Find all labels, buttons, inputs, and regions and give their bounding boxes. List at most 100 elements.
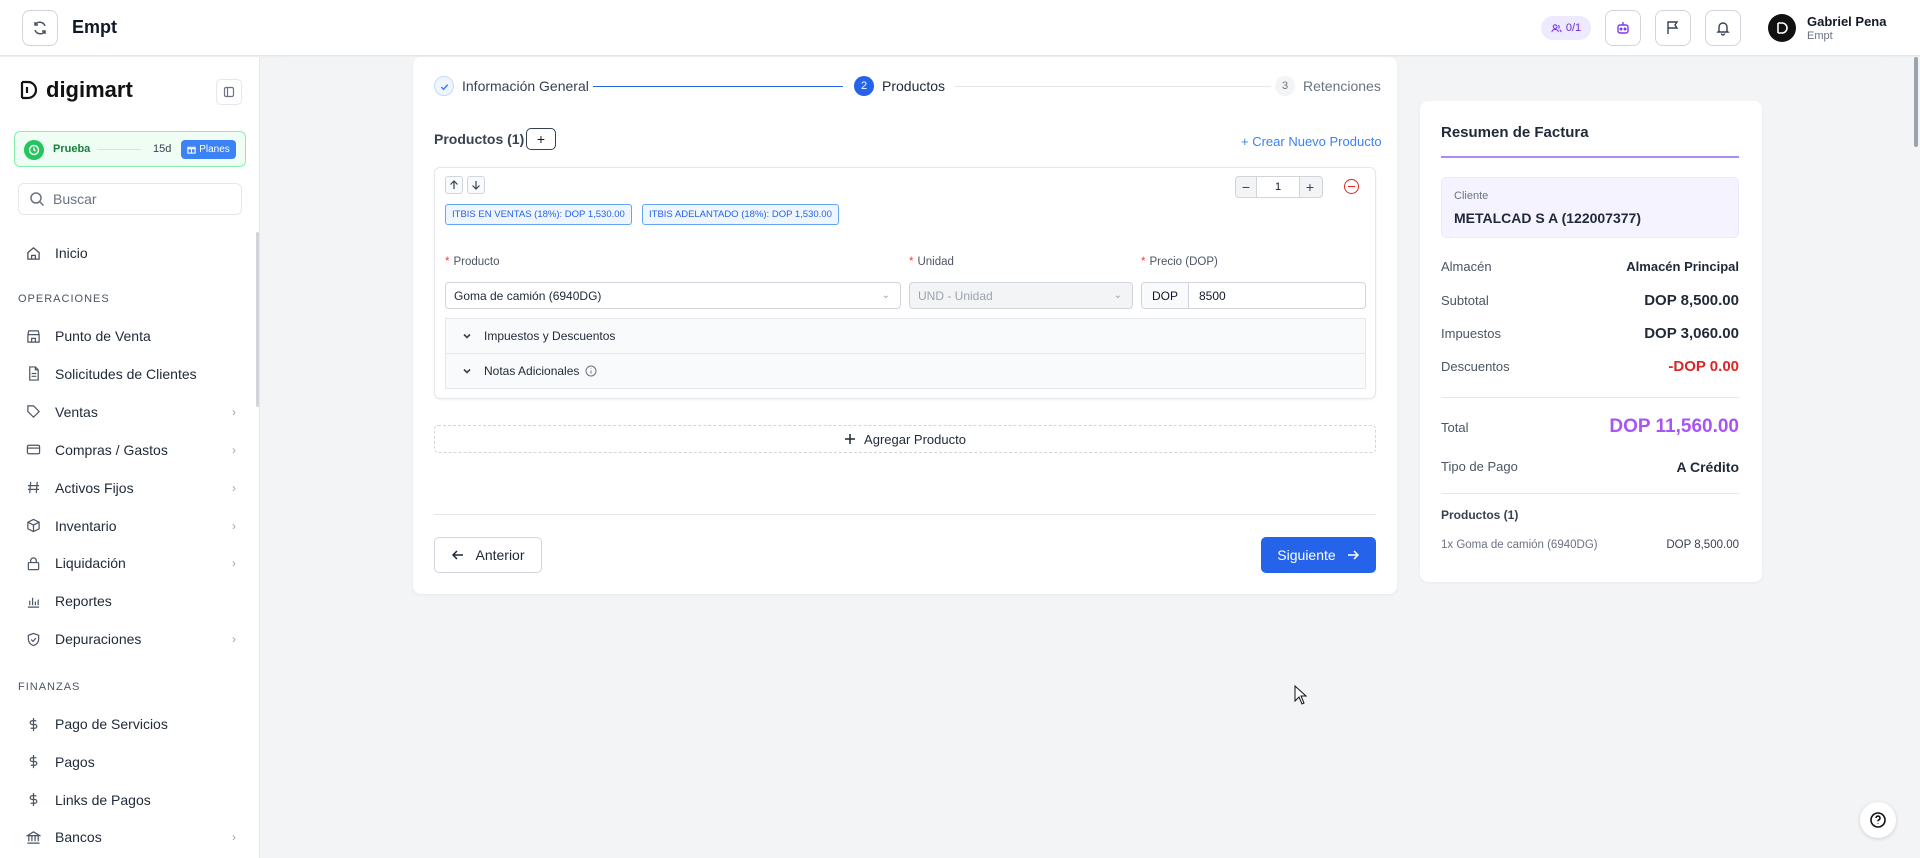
add-product-button[interactable]: Agregar Producto — [434, 425, 1376, 453]
move-down-button[interactable] — [467, 176, 485, 194]
users-count-badge[interactable]: 0/1 — [1541, 16, 1591, 40]
chevron-right-icon: › — [232, 556, 236, 571]
mouse-cursor-icon — [1294, 685, 1308, 705]
chart-icon — [27, 597, 40, 608]
sidebar-item-label: Liquidación — [55, 555, 126, 572]
sidebar-item-pagos[interactable]: Pagos — [26, 750, 236, 774]
chevron-down-icon: ⌄ — [881, 290, 890, 301]
bot-button[interactable] — [1605, 10, 1641, 46]
accordion-label: Notas Adicionales — [484, 364, 580, 378]
product-select[interactable]: Goma de camión (6940DG) ⌄ — [445, 282, 901, 309]
step-general-info[interactable]: Información General — [434, 76, 589, 96]
sidebar-item-ventas[interactable]: Ventas › — [26, 400, 236, 424]
flag-button[interactable] — [1655, 10, 1691, 46]
avatar[interactable] — [1768, 14, 1796, 42]
sidebar: digimart Prueba 15d Planes Buscar Inicio… — [0, 57, 260, 858]
sidebar-item-label: Activos Fijos — [55, 479, 134, 496]
tax-tag-advance: ITBIS ADELANTADO (18%): DOP 1,530.00 — [642, 204, 839, 225]
discounts-value: -DOP 0.00 — [1668, 358, 1739, 375]
step-connector — [593, 86, 843, 87]
taxes-value: DOP 3,060.00 — [1644, 325, 1739, 342]
sidebar-item-bancos[interactable]: Bancos › — [26, 825, 236, 849]
quantity-stepper[interactable]: − 1 + — [1235, 176, 1323, 198]
sidebar-item-home[interactable]: Inicio — [26, 241, 236, 265]
top-bar: Empt 0/1 Gabriel Pena Empt — [0, 0, 1920, 56]
price-field-label: * Precio (DOP) — [1141, 256, 1218, 268]
additional-notes-accordion[interactable]: Notas Adicionales — [445, 353, 1366, 389]
warehouse-value: Almacén Principal — [1626, 259, 1739, 274]
sidebar-scrollbar[interactable] — [256, 232, 259, 407]
sidebar-item-label: Pagos — [55, 753, 95, 770]
main-scrollbar[interactable] — [1914, 57, 1918, 147]
previous-button[interactable]: Anterior — [434, 537, 542, 573]
tag-icon — [27, 405, 40, 419]
step-retentions[interactable]: 3 Retenciones — [1275, 76, 1381, 96]
user-name[interactable]: Gabriel Pena — [1807, 14, 1886, 29]
step-number: 3 — [1275, 76, 1295, 96]
accordion-label: Impuestos y Descuentos — [484, 329, 616, 343]
unit-select: UND - Unidad ⌄ — [909, 282, 1133, 309]
robot-icon — [1617, 22, 1629, 34]
summary-line-value: DOP 8,500.00 — [1666, 539, 1739, 551]
gift-icon — [187, 146, 196, 154]
sidebar-item-liquidación[interactable]: Liquidación › — [26, 551, 236, 575]
flag-icon — [1667, 21, 1679, 34]
unit-field-label: * Unidad — [909, 256, 954, 268]
sidebar-item-links-de-pagos[interactable]: Links de Pagos — [26, 788, 236, 812]
move-up-button[interactable] — [445, 176, 463, 194]
summary-divider — [1441, 493, 1739, 494]
step-label: Información General — [462, 78, 589, 94]
plans-label: Planes — [199, 144, 230, 155]
sidebar-item-label: Reportes — [55, 593, 112, 610]
hash-icon — [27, 481, 40, 494]
subtotal-label: Subtotal — [1441, 293, 1489, 308]
sidebar-item-label: Links de Pagos — [55, 791, 151, 808]
plus-icon[interactable]: + — [1300, 179, 1320, 195]
add-product-icon-button[interactable]: + — [526, 128, 556, 150]
help-button[interactable] — [1860, 802, 1896, 838]
quantity-value[interactable]: 1 — [1256, 177, 1300, 197]
sidebar-item-depuraciones[interactable]: Depuraciones › — [26, 627, 236, 651]
client-name: METALCAD S A (122007377) — [1454, 210, 1641, 226]
summary-line-item: 1x Goma de camión (6940DG) — [1441, 539, 1598, 551]
brand-logo-icon — [1777, 22, 1788, 34]
create-product-link[interactable]: + Crear Nuevo Producto — [1241, 134, 1382, 149]
step-products[interactable]: 2 Productos — [854, 76, 945, 96]
sidebar-item-pago-de-servicios[interactable]: Pago de Servicios — [26, 712, 236, 736]
sidebar-item-compras-gastos[interactable]: Compras / Gastos › — [26, 438, 236, 462]
refresh-button[interactable] — [22, 10, 58, 46]
box-icon — [27, 518, 40, 533]
sidebar-item-label: Depuraciones — [55, 631, 142, 648]
sidebar-item-label: Bancos — [55, 829, 102, 846]
lock-icon — [27, 557, 40, 571]
product-field-label: * Producto — [445, 256, 500, 268]
search-input[interactable]: Buscar — [18, 183, 242, 215]
sidebar-item-punto-de-venta[interactable]: Punto de Venta — [26, 324, 236, 348]
sidebar-item-activos-fijos[interactable]: Activos Fijos › — [26, 476, 236, 500]
payment-type-value: A Crédito — [1676, 459, 1739, 475]
sidebar-item-solicitudes-de-clientes[interactable]: Solicitudes de Clientes — [26, 362, 236, 386]
chevron-down-icon — [463, 333, 471, 339]
dollar-icon — [29, 755, 38, 769]
users-icon — [1551, 23, 1562, 32]
collapse-sidebar-button[interactable] — [216, 79, 242, 105]
notifications-button[interactable] — [1705, 10, 1741, 46]
brand-logo[interactable]: digimart — [18, 77, 133, 103]
price-input[interactable]: 8500 — [1188, 282, 1366, 309]
trial-progress — [97, 149, 141, 150]
shield-check-icon — [27, 632, 40, 646]
sidebar-item-reportes[interactable]: Reportes — [26, 589, 236, 613]
total-value: DOP 11,560.00 — [1609, 416, 1739, 437]
minus-icon[interactable]: − — [1236, 179, 1256, 195]
sidebar-item-inventario[interactable]: Inventario › — [26, 514, 236, 538]
brand-logo-icon — [20, 80, 38, 100]
plans-button[interactable]: Planes — [181, 140, 236, 159]
remove-product-icon[interactable] — [1344, 179, 1359, 194]
taxes-discounts-accordion[interactable]: Impuestos y Descuentos — [445, 318, 1366, 354]
sidebar-item-label: Compras / Gastos — [55, 441, 168, 458]
tax-tag-sales: ITBIS EN VENTAS (18%): DOP 1,530.00 — [445, 204, 632, 225]
dollar-icon — [29, 793, 38, 807]
next-button[interactable]: Siguiente — [1261, 537, 1376, 573]
arrow-up-icon — [450, 180, 458, 189]
total-label: Total — [1441, 420, 1469, 435]
